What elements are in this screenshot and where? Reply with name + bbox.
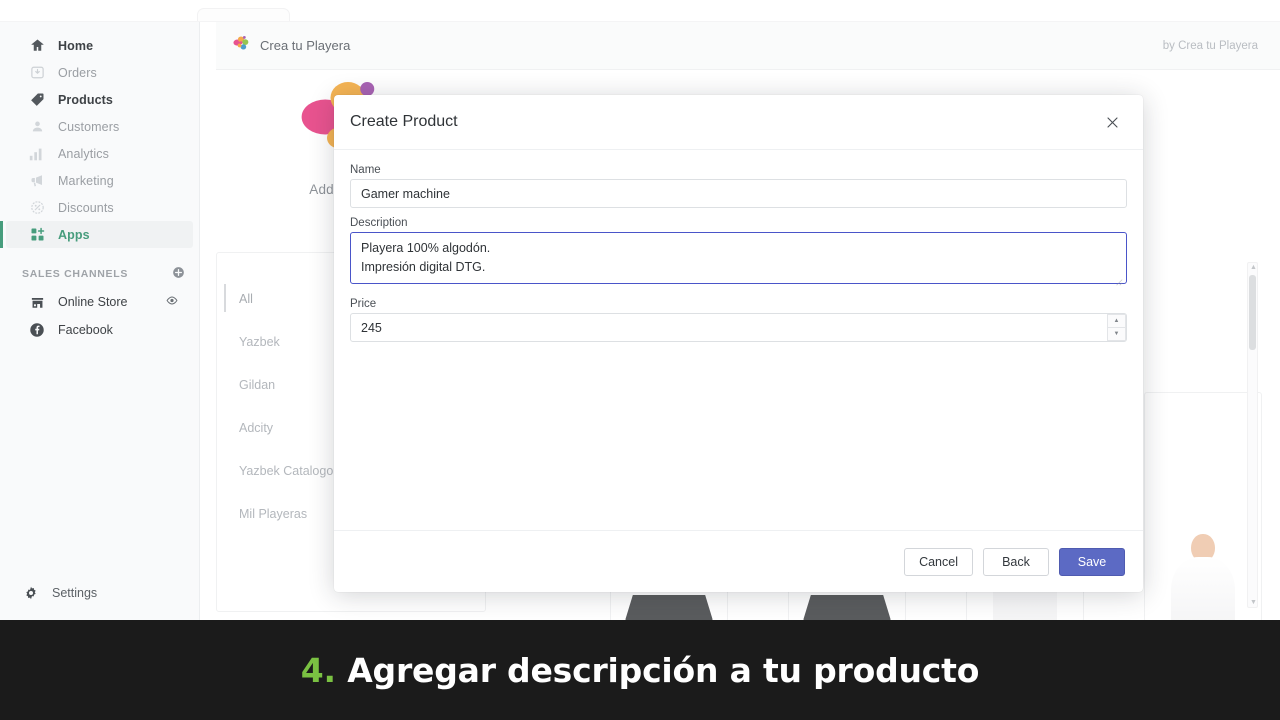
- home-icon: [28, 37, 46, 55]
- sidebar-item-label: Home: [58, 38, 94, 53]
- name-label: Name: [350, 164, 381, 176]
- top-strip: [0, 0, 1280, 24]
- sidebar-nav: Home Orders Products Customers Analytics…: [0, 22, 199, 248]
- back-button[interactable]: Back: [983, 547, 1049, 576]
- plus-circle-icon[interactable]: [172, 266, 185, 282]
- sidebar-item-settings[interactable]: Settings: [0, 584, 97, 602]
- sales-channels-title: SALES CHANNELS: [22, 268, 129, 280]
- sidebar-item-label: Settings: [52, 586, 98, 600]
- close-icon[interactable]: [1097, 107, 1127, 137]
- price-input[interactable]: [350, 313, 1127, 342]
- sidebar-item-label: Orders: [58, 65, 97, 80]
- price-field-wrap: ▲ ▼: [350, 313, 1127, 342]
- sales-channels-header: SALES CHANNELS: [22, 266, 185, 282]
- store-icon: [28, 293, 46, 311]
- sidebar-item-label: Products: [58, 92, 113, 107]
- description-textarea[interactable]: [350, 232, 1127, 284]
- cancel-button[interactable]: Cancel: [904, 547, 973, 576]
- modal-footer: Cancel Back Save: [334, 530, 1143, 592]
- sidebar-item-label: Discounts: [58, 200, 114, 215]
- sidebar-item-discounts[interactable]: Discounts: [6, 194, 193, 221]
- sidebar-item-marketing[interactable]: Marketing: [6, 167, 193, 194]
- facebook-icon: [28, 321, 46, 339]
- sidebar-item-online-store[interactable]: Online Store: [6, 288, 193, 316]
- sidebar-item-products[interactable]: Products: [6, 86, 193, 113]
- sidebar-item-orders[interactable]: Orders: [6, 59, 193, 86]
- sidebar-item-label: Customers: [58, 119, 120, 134]
- caption-text: 4. Agregar descripción a tu producto: [300, 650, 980, 690]
- price-stepper-up[interactable]: ▲: [1107, 314, 1126, 328]
- orders-icon: [28, 64, 46, 82]
- sidebar-item-apps[interactable]: Apps: [0, 221, 193, 248]
- create-product-modal: Create Product Name Description Price ▲ …: [334, 95, 1143, 592]
- customers-icon: [28, 118, 46, 136]
- sidebar-item-label: Analytics: [58, 146, 109, 161]
- sidebar-item-facebook[interactable]: Facebook: [6, 316, 193, 344]
- price-stepper-down[interactable]: ▼: [1107, 328, 1126, 341]
- eye-icon[interactable]: [165, 294, 179, 311]
- discounts-icon: [28, 199, 46, 217]
- sidebar-item-label: Marketing: [58, 173, 114, 188]
- sidebar-item-home[interactable]: Home: [6, 32, 193, 59]
- sidebar-item-label: Apps: [58, 227, 90, 242]
- caption-step-text: Agregar descripción a tu producto: [347, 650, 980, 690]
- products-icon: [28, 91, 46, 109]
- caption-step-number: 4.: [300, 650, 336, 690]
- gear-icon: [22, 584, 40, 602]
- sidebar-item-analytics[interactable]: Analytics: [6, 140, 193, 167]
- modal-body: Name Description Price ▲ ▼: [334, 150, 1143, 530]
- price-stepper[interactable]: ▲ ▼: [1107, 314, 1126, 341]
- sidebar-item-customers[interactable]: Customers: [6, 113, 193, 140]
- screenshot-root: Home Orders Products Customers Analytics…: [0, 0, 1280, 720]
- sidebar: Home Orders Products Customers Analytics…: [0, 22, 200, 620]
- sidebar-item-label: Facebook: [58, 323, 113, 337]
- price-label: Price: [350, 298, 377, 310]
- save-button[interactable]: Save: [1059, 547, 1125, 576]
- apps-icon: [28, 226, 46, 244]
- description-label: Description: [350, 217, 408, 229]
- resize-grip-icon[interactable]: [1115, 278, 1123, 286]
- analytics-icon: [29, 148, 42, 160]
- marketing-icon: [28, 172, 46, 190]
- name-input[interactable]: [350, 179, 1127, 208]
- sidebar-item-label: Online Store: [58, 295, 128, 309]
- caption-bar: 4. Agregar descripción a tu producto: [0, 620, 1280, 720]
- modal-header: Create Product: [334, 95, 1143, 150]
- modal-title: Create Product: [350, 113, 458, 130]
